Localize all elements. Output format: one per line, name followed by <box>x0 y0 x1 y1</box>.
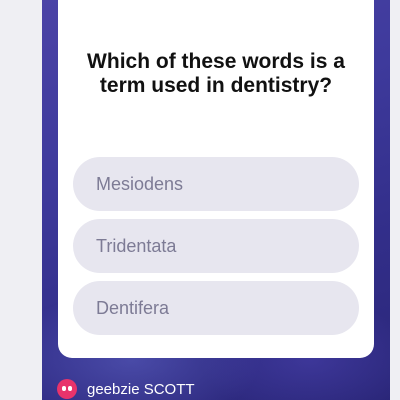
answer-option-mesiodens[interactable]: Mesiodens <box>73 157 359 211</box>
answer-option-label: Mesiodens <box>96 173 184 194</box>
geebzie-logo-icon <box>57 379 77 399</box>
footer-branding: geebzie SCOTT <box>57 378 195 400</box>
brand-name: geebzie <box>87 380 140 398</box>
question-text: Which of these words is a term used in d… <box>87 50 345 97</box>
brand-text: geebzie SCOTT <box>87 381 195 398</box>
answer-option-dentifera[interactable]: Dentifera <box>73 281 359 335</box>
answer-option-label: Tridentata <box>96 235 177 256</box>
answer-option-label: Dentifera <box>96 297 170 318</box>
partner-name: SCOTT <box>143 380 195 398</box>
answer-option-tridentata[interactable]: Tridentata <box>73 219 359 273</box>
question-card: Which of these words is a term used in d… <box>58 0 374 358</box>
